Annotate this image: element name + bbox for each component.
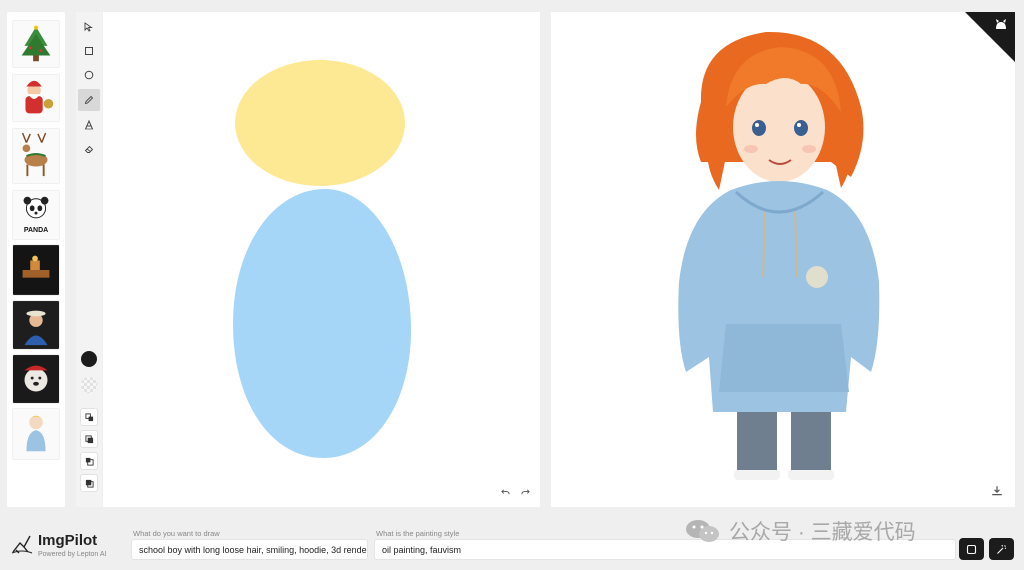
pointer-icon[interactable] (78, 16, 100, 38)
fill-color-swatch[interactable] (81, 377, 97, 393)
thumbnail-polar-bear[interactable] (12, 354, 60, 404)
thumbnail-boy-portrait[interactable] (12, 300, 60, 350)
rectangle-icon[interactable] (78, 40, 100, 62)
generated-image-panel (551, 12, 1015, 507)
text-icon[interactable] (78, 114, 100, 136)
sketch-head-shape[interactable] (235, 60, 405, 186)
bring-forward-icon[interactable] (80, 430, 98, 448)
eraser-icon[interactable] (78, 138, 100, 160)
undo-icon[interactable] (500, 487, 510, 497)
app-name: ImgPilot (38, 532, 98, 549)
download-icon[interactable] (991, 485, 1003, 497)
watermark-text: 公众号 · 三藏爱代码 (729, 521, 916, 544)
wechat-icon (686, 520, 719, 542)
redo-icon[interactable] (520, 487, 530, 497)
magic-wand-icon (997, 544, 1007, 554)
thumbnail-reindeer[interactable] (12, 128, 60, 184)
bring-to-front-icon[interactable] (80, 408, 98, 426)
imgpilot-logo-icon (11, 535, 33, 554)
github-icon[interactable] (991, 16, 1011, 36)
drawing-toolbar (76, 12, 102, 507)
style-label: What is the painting style (376, 529, 460, 538)
powered-by: Powered by Lepton AI (38, 551, 107, 558)
example-thumbnails: PANDA (7, 12, 65, 507)
thumbnail-cabin[interactable] (12, 244, 60, 296)
thumbnail-panda[interactable]: PANDA (12, 190, 60, 240)
watermark: 公众号 · 三藏爱代码 (683, 516, 916, 546)
stroke-color-swatch[interactable] (81, 351, 97, 367)
generate-button[interactable] (989, 538, 1014, 560)
thumbnail-christmas-tree[interactable] (12, 20, 60, 68)
sketch-canvas[interactable] (103, 12, 540, 507)
pencil-icon[interactable] (78, 89, 100, 111)
square-icon (966, 544, 977, 554)
circle-icon[interactable] (78, 64, 100, 86)
send-to-back-icon[interactable] (80, 474, 98, 492)
thumbnail-santa[interactable] (12, 74, 60, 122)
generated-image (678, 31, 880, 480)
prompt-label: What do you want to draw (133, 529, 220, 538)
thumbnail-panda-label: PANDA (23, 227, 49, 234)
send-backward-icon[interactable] (80, 452, 98, 470)
prompt-input[interactable]: school boy with long loose hair, smiling… (131, 539, 368, 560)
stop-button[interactable] (959, 538, 984, 560)
thumbnail-hoodie-boy[interactable] (12, 408, 60, 460)
sketch-body-shape[interactable] (233, 189, 411, 458)
